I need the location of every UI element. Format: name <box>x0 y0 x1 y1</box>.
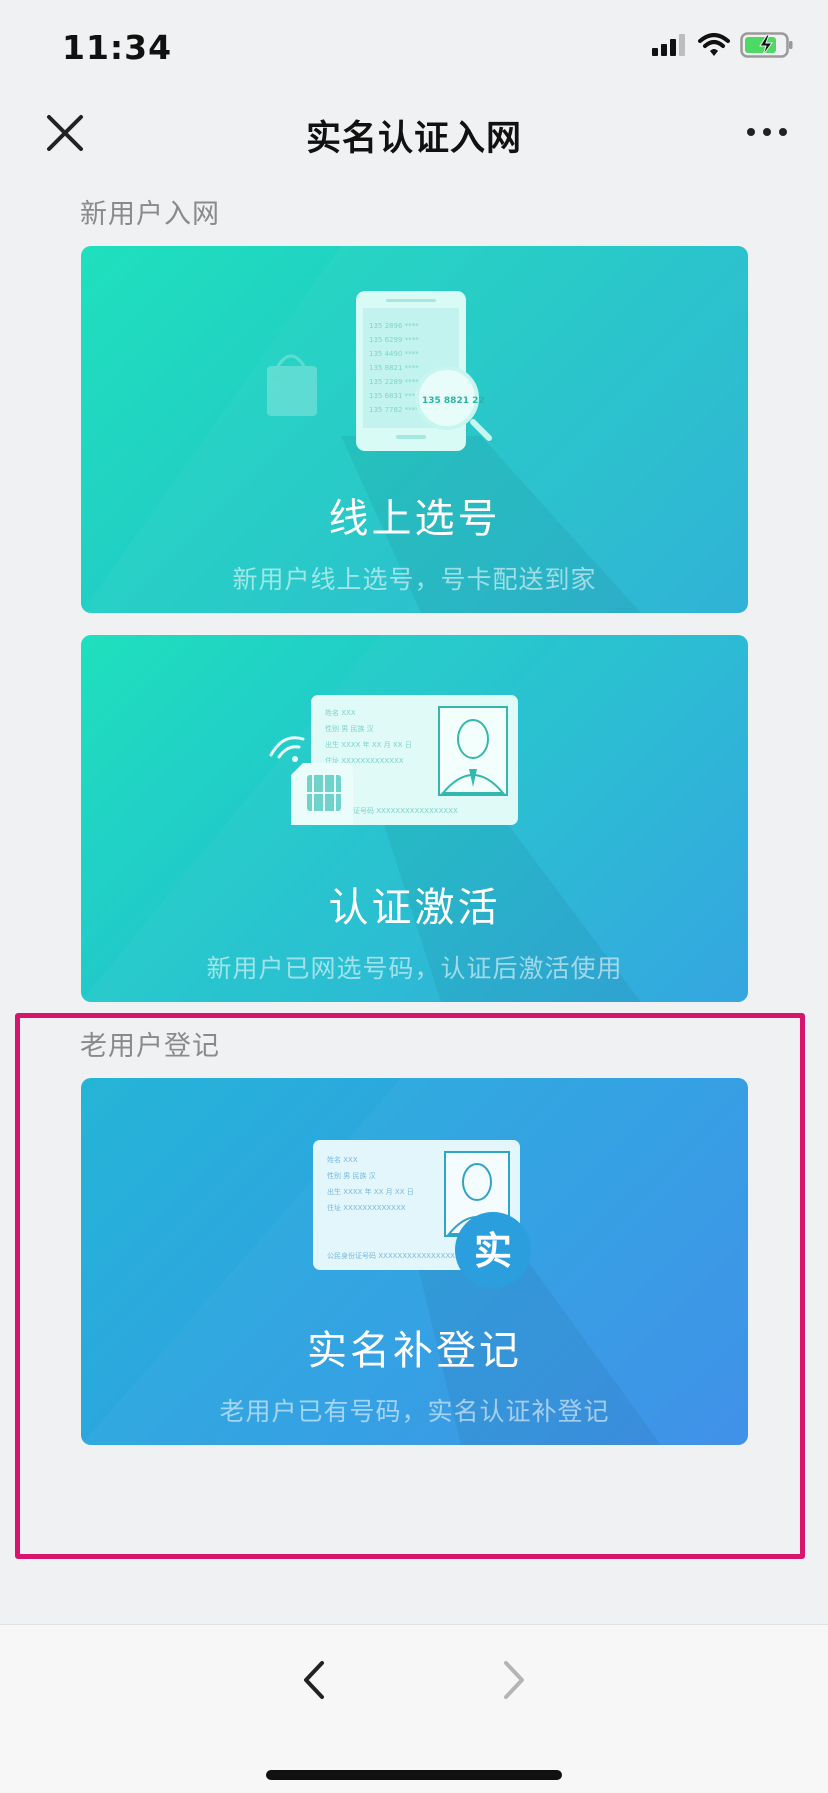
svg-text:135 4490 ****: 135 4490 **** <box>369 350 419 358</box>
svg-text:135 6831 ****: 135 6831 **** <box>369 392 419 400</box>
svg-text:姓名 XXX: 姓名 XXX <box>325 708 356 717</box>
section-label-new-user: 新用户入网 <box>80 199 220 230</box>
home-indicator <box>266 1770 562 1780</box>
svg-text:135 2896 ****: 135 2896 **** <box>369 322 419 330</box>
phone-illustration: 135 2896 **** 135 6299 **** 135 4490 ***… <box>267 291 641 613</box>
more-icon[interactable] <box>746 124 788 140</box>
forward-arrow-icon[interactable] <box>496 1655 532 1705</box>
svg-text:135 8821 ****: 135 8821 **** <box>369 364 419 372</box>
wifi-icon <box>698 33 730 56</box>
status-icons <box>652 32 794 58</box>
svg-text:135 6299 ****: 135 6299 **** <box>369 336 419 344</box>
signal-icon <box>652 34 685 56</box>
sim-card-icon <box>291 763 353 825</box>
svg-text:135 2289 ****: 135 2289 **** <box>369 378 419 386</box>
highlight-box <box>15 1013 805 1559</box>
svg-text:135 8821 22: 135 8821 22 <box>422 396 485 406</box>
page-title: 实名认证入网 <box>305 119 522 159</box>
nav-bar: 实名认证入网 <box>0 96 828 176</box>
svg-text:135 7782 ****: 135 7782 **** <box>369 406 419 414</box>
card-online-select[interactable]: 135 2896 **** 135 6299 **** 135 4490 ***… <box>81 246 748 613</box>
card-title: 线上选号 <box>328 496 501 542</box>
svg-text:性别 男 民族 汉: 性别 男 民族 汉 <box>325 724 374 733</box>
battery-charging-icon <box>740 32 793 58</box>
id-card-sim-illustration: 姓名 XXX 性别 男 民族 汉 出生 XXXX 年 XX 月 XX 日 住址 … <box>269 695 641 1002</box>
card-auth-activate[interactable]: 姓名 XXX 性别 男 民族 汉 出生 XXXX 年 XX 月 XX 日 住址 … <box>81 635 748 1002</box>
portrait-icon <box>438 706 508 796</box>
status-bar: 11:34 <box>0 0 828 96</box>
svg-text:出生 XXXX 年 XX 月 XX 日: 出生 XXXX 年 XX 月 XX 日 <box>325 740 412 749</box>
card-desc: 新用户已网选号码，认证后激活使用 <box>206 954 623 983</box>
card-desc: 新用户线上选号，号卡配送到家 <box>232 565 597 594</box>
back-arrow-icon[interactable] <box>296 1655 332 1705</box>
card-title: 认证激活 <box>328 885 501 931</box>
status-time: 11:34 <box>62 28 173 67</box>
bottom-toolbar <box>0 1624 828 1793</box>
